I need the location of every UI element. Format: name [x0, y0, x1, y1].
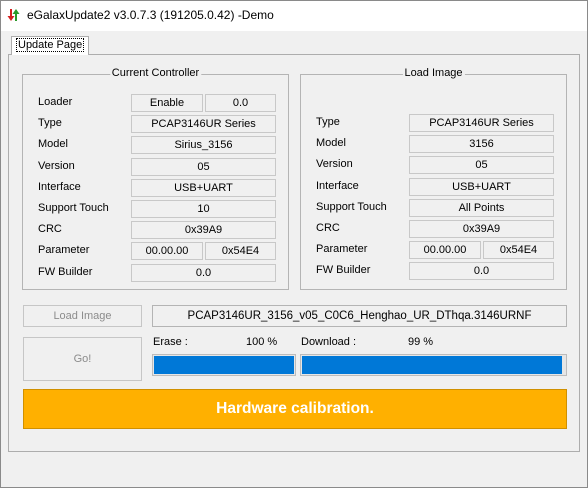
- load-image-title: Load Image: [402, 67, 465, 79]
- controller-value-type: PCAP3146UR Series: [131, 115, 276, 134]
- image-value-type: PCAP3146UR Series: [409, 114, 554, 132]
- current-controller-title: Current Controller: [109, 67, 202, 79]
- load-image-button[interactable]: Load Image: [23, 305, 142, 327]
- controller-value-crc: 0x39A9: [131, 221, 276, 240]
- image-label-type: Type: [316, 116, 340, 128]
- download-progress-bar: [300, 354, 567, 376]
- image-value-model: 3156: [409, 135, 554, 154]
- image-value-support-touch: All Points: [409, 198, 554, 217]
- controller-value-parameter-2: 0x54E4: [205, 242, 276, 261]
- download-progress-fill: [302, 356, 563, 374]
- image-value-crc: 0x39A9: [409, 220, 554, 238]
- image-label-fw-builder: FW Builder: [316, 264, 371, 277]
- controller-value-interface: USB+UART: [131, 178, 276, 197]
- title-bar: eGalaxUpdate2 v3.0.7.3 (191205.0.42) -De…: [1, 1, 587, 31]
- controller-label-parameter: Parameter: [38, 244, 90, 257]
- controller-value-fw-builder: 0.0: [131, 263, 276, 282]
- image-label-interface: Interface: [316, 179, 359, 192]
- controller-value-parameter-1: 00.00.00: [131, 242, 203, 261]
- erase-label: Erase :: [153, 336, 188, 348]
- download-percent: 99 %: [408, 336, 434, 348]
- status-message-bar: Hardware calibration.: [23, 389, 567, 429]
- main-window: eGalaxUpdate2 v3.0.7.3 (191205.0.42) -De…: [0, 0, 588, 488]
- go-button[interactable]: Go!: [23, 337, 142, 381]
- controller-label-support-touch: Support Touch: [38, 202, 109, 214]
- image-value-version: 05: [409, 156, 554, 175]
- controller-value-model: Sirius_3156: [131, 136, 276, 155]
- controller-label-type: Type: [38, 117, 62, 130]
- image-label-crc: CRC: [316, 222, 340, 234]
- image-value-interface: USB+UART: [409, 177, 554, 196]
- controller-value-loader-2: 0.0: [205, 94, 276, 112]
- image-label-version: Version: [316, 158, 353, 171]
- app-arrows-icon: [7, 8, 21, 22]
- erase-progress-bar: [152, 354, 296, 376]
- image-label-parameter: Parameter: [316, 243, 368, 256]
- erase-percent: 100 %: [246, 336, 278, 348]
- controller-value-support-touch: 10: [131, 200, 276, 218]
- erase-progress-fill: [154, 356, 294, 374]
- window-title: eGalaxUpdate2 v3.0.7.3 (191205.0.42) -De…: [27, 8, 274, 22]
- image-value-fw-builder: 0.0: [409, 262, 554, 281]
- image-label-support-touch: Support Touch: [316, 200, 387, 213]
- image-label-model: Model: [316, 137, 346, 150]
- controller-label-model: Model: [38, 138, 68, 151]
- tab-update-page[interactable]: Update Page: [11, 36, 90, 55]
- controller-label-interface: Interface: [38, 180, 81, 193]
- download-label: Download :: [301, 336, 357, 348]
- controller-value-version: 05: [131, 157, 276, 176]
- controller-label-crc: CRC: [38, 223, 62, 236]
- image-value-parameter-1: 00.00.00: [409, 241, 481, 260]
- tab-update-page-label: Update Page: [15, 38, 85, 52]
- controller-label-fw-builder: FW Builder: [38, 265, 93, 278]
- controller-value-loader-1: Enable: [131, 94, 203, 112]
- image-value-parameter-2: 0x54E4: [483, 241, 554, 260]
- controller-label-loader: Loader: [38, 96, 73, 108]
- controller-label-version: Version: [38, 159, 75, 172]
- firmware-filename-field: PCAP3146UR_3156_v05_C0C6_Henghao_UR_DThq…: [152, 305, 567, 327]
